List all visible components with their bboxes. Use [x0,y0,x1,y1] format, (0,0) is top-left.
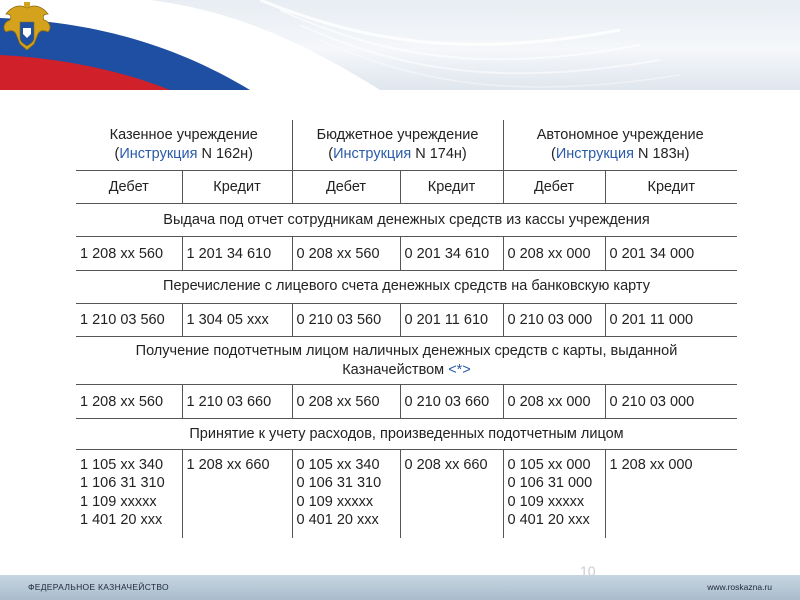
table-cell: 1 210 03 560 [76,302,183,338]
footer-bar: ФЕДЕРАЛЬНОЕ КАЗНАЧЕЙСТВО www.roskazna.ru [0,575,800,600]
cell-line: 1 105 xx 340 [80,456,164,473]
table-cell-multiline: 0 105 xx 340 0 106 31 310 0 109 xxxxx 0 … [291,448,401,538]
cell-line: 0 401 20 xxx [296,512,379,529]
footer-website-link[interactable]: www.roskazna.ru [707,582,772,592]
column-header-byudzhetnoe: Бюджетное учреждение (Инструкция N 174н) [291,120,504,171]
sub-header-credit: Кредит [181,169,293,205]
cell-line: 0 208 xx 660 [404,456,488,473]
cell-line: 1 109 xxxxx [80,493,157,510]
cell-line: 1 401 20 xxx [80,512,163,529]
cell-line: 1 106 31 310 [80,475,165,492]
section-title: Принятие к учету расходов, произведенных… [76,418,737,450]
table-cell: 0 208 xx 000 [502,384,606,420]
cell-line: 0 106 31 310 [296,475,382,492]
table-cell: 1 201 34 610 [181,236,293,271]
table-cell: 0 208 xx 560 [291,384,401,420]
table-cell: 0 210 03 560 [291,302,401,338]
table-cell: 0 201 11 610 [399,302,504,338]
instruction-link[interactable]: Инструкция [556,146,634,162]
table-cell-multiline: 1 105 xx 340 1 106 31 310 1 109 xxxxx 1 … [76,448,183,538]
column-title: Бюджетное учреждение [316,126,479,143]
table-cell: 0 210 03 000 [604,384,737,420]
instruction-link[interactable]: Инструкция [333,146,411,162]
sub-header-debit: Дебет [291,169,401,205]
column-title: Казенное учреждение [109,126,258,143]
table-cell: 0 210 03 660 [399,384,504,420]
table-cell-multiline: 1 208 xx 660 [181,448,293,538]
instruction-number: N 183н) [633,145,690,162]
table-cell: 0 208 xx 560 [291,236,401,271]
table-cell: 0 201 11 000 [604,302,737,338]
instruction-number: N 162н) [197,145,253,162]
cell-line: 0 105 xx 000 [507,456,591,473]
table-cell: 0 201 34 000 [604,236,737,271]
column-header-avtonomnoe: Автономное учреждение (Инструкция N 183н… [502,120,737,171]
cell-line: 0 109 xxxxx [296,493,374,510]
section-title: Выдача под отчет сотрудникам денежных ср… [76,203,737,238]
table-cell: 1 208 xx 560 [76,236,183,271]
column-header-kazennoe: Казенное учреждение (Инструкция N 162н) [76,120,293,171]
header-banner [0,0,800,90]
flag-graphic [0,0,681,90]
table-cell: 0 208 xx 000 [502,236,606,271]
section-title: Перечисление с лицевого счета денежных с… [76,269,737,304]
entries-table: Казенное учреждение (Инструкция N 162н) … [76,120,737,538]
section-title-line: Получение подотчетным лицом наличных ден… [135,342,678,359]
instruction-number: N 174н) [411,145,467,162]
table-cell: 1 210 03 660 [181,384,293,420]
cell-line: 0 109 xxxxx [507,493,585,510]
sub-header-credit: Кредит [604,169,737,205]
instruction-link[interactable]: Инструкция [119,146,197,162]
cell-line: 0 105 xx 340 [296,456,380,473]
footer-organization: ФЕДЕРАЛЬНОЕ КАЗНАЧЕЙСТВО [28,582,169,592]
cell-line: 1 208 xx 660 [186,456,270,473]
double-headed-eagle-emblem-icon [3,2,51,51]
cell-line: 1 208 xx 000 [609,456,693,473]
cell-line: 0 106 31 000 [507,475,593,492]
section-title-line: Казначейством [342,361,449,378]
table-cell: 1 304 05 xxx [181,302,293,338]
accounting-entries-table: Казенное учреждение (Инструкция N 162н) … [76,120,737,538]
table-cell-multiline: 0 208 xx 660 [399,448,504,538]
table-cell-multiline: 1 208 xx 000 [604,448,737,538]
sub-header-debit: Дебет [76,169,183,205]
table-cell: 0 201 34 610 [399,236,504,271]
section-title: Получение подотчетным лицом наличных ден… [76,336,737,386]
column-title: Автономное учреждение [536,126,704,143]
sub-header-debit: Дебет [502,169,606,205]
table-cell: 1 208 xx 560 [76,384,183,420]
sub-header-credit: Кредит [399,169,504,205]
table-cell-multiline: 0 105 xx 000 0 106 31 000 0 109 xxxxx 0 … [502,448,606,538]
cell-line: 0 401 20 xxx [507,512,590,529]
table-cell: 0 210 03 000 [502,302,606,338]
footnote-reference-link[interactable]: <*> [448,362,471,378]
